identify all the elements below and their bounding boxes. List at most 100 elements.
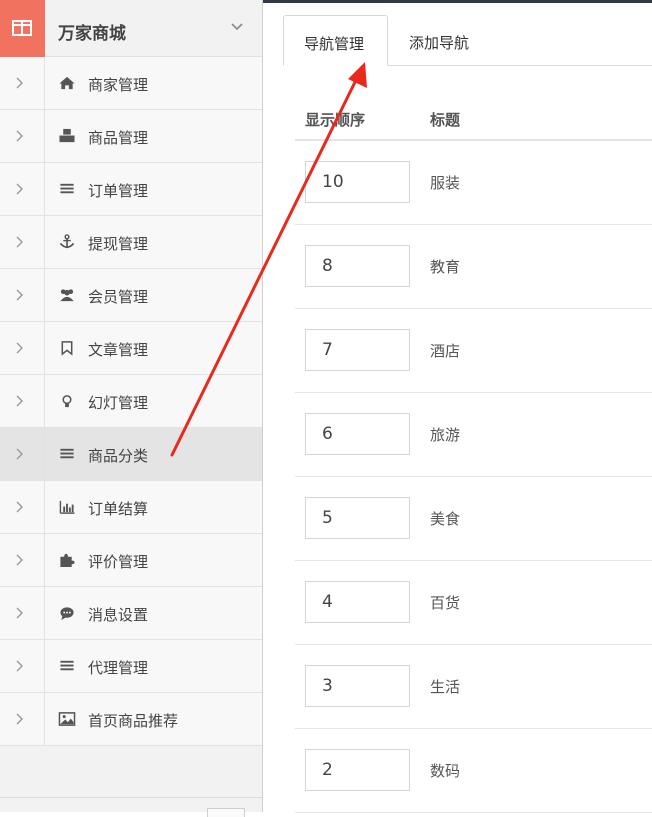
order-input[interactable] xyxy=(305,413,410,455)
table-row: 数码 xyxy=(295,729,652,813)
list-icon xyxy=(60,448,74,459)
brand-logo-box[interactable] xyxy=(0,0,45,57)
expander[interactable] xyxy=(0,693,45,745)
order-input[interactable] xyxy=(305,749,410,791)
sidebar-menu: 商家管理商品管理订单管理提现管理会员管理文章管理幻灯管理商品分类订单结算评价管理… xyxy=(0,57,262,746)
chevron-right-icon xyxy=(16,448,23,460)
table-row: 生活 xyxy=(295,645,652,729)
table-row: 酒店 xyxy=(295,309,652,393)
list-icon xyxy=(60,660,74,671)
expander[interactable] xyxy=(0,428,45,480)
sidebar-item[interactable]: 代理管理 xyxy=(0,640,262,693)
expander[interactable] xyxy=(0,57,45,109)
anchor-icon xyxy=(59,234,75,249)
sidebar-item[interactable]: 幻灯管理 xyxy=(0,375,262,428)
sidebar-item[interactable]: 评价管理 xyxy=(0,534,262,587)
order-input[interactable] xyxy=(305,329,410,371)
order-input[interactable] xyxy=(305,581,410,623)
chevron-down-icon[interactable] xyxy=(230,22,244,32)
bookmark-icon xyxy=(61,341,73,356)
image-icon xyxy=(58,712,76,726)
column-header-title: 标题 xyxy=(430,111,461,129)
order-input[interactable] xyxy=(305,245,410,287)
sidebar-item[interactable]: 提现管理 xyxy=(0,216,262,269)
sidebar-item-label: 评价管理 xyxy=(88,553,149,571)
cubes-icon xyxy=(59,128,75,143)
nav-title: 教育 xyxy=(430,258,461,276)
users-icon xyxy=(60,289,74,302)
column-header-order: 显示顺序 xyxy=(305,111,366,129)
table-row: 百货 xyxy=(295,561,652,645)
expander[interactable] xyxy=(0,322,45,374)
table-row: 服装 xyxy=(295,141,652,225)
expander[interactable] xyxy=(0,110,45,162)
sidebar-item-label: 首页商品推荐 xyxy=(88,712,179,730)
expander[interactable] xyxy=(0,481,45,533)
home-icon xyxy=(59,76,75,90)
sidebar-item-label: 文章管理 xyxy=(88,341,149,359)
sidebar-item[interactable]: 商家管理 xyxy=(0,57,262,110)
sidebar-item-label: 订单管理 xyxy=(88,182,149,200)
tab-nav-management[interactable]: 导航管理 xyxy=(283,15,388,66)
puzzle-icon xyxy=(60,553,75,568)
expander[interactable] xyxy=(0,375,45,427)
nav-title: 美食 xyxy=(430,510,461,528)
expander[interactable] xyxy=(0,216,45,268)
chevron-right-icon xyxy=(16,554,23,566)
chevron-right-icon xyxy=(16,342,23,354)
order-input[interactable] xyxy=(305,161,410,203)
top-bar xyxy=(263,0,652,3)
sidebar-item[interactable]: 会员管理 xyxy=(0,269,262,322)
collapse-toggle[interactable] xyxy=(207,808,245,817)
brand-title: 万家商城 xyxy=(58,24,126,44)
expander[interactable] xyxy=(0,163,45,215)
order-input[interactable] xyxy=(305,665,410,707)
tab-label: 导航管理 xyxy=(304,35,365,53)
comment-icon xyxy=(60,607,74,621)
chevron-right-icon xyxy=(16,607,23,619)
nav-title: 百货 xyxy=(430,594,461,612)
sidebar-item-label: 幻灯管理 xyxy=(88,394,149,412)
nav-title: 数码 xyxy=(430,762,461,780)
tab-label: 添加导航 xyxy=(409,34,470,52)
sidebar-item[interactable]: 订单管理 xyxy=(0,163,262,216)
sidebar-item-label: 商品分类 xyxy=(88,447,149,465)
nav-title: 旅游 xyxy=(430,426,461,444)
sidebar-item[interactable]: 商品分类 xyxy=(0,428,262,481)
nav-title: 酒店 xyxy=(430,342,461,360)
table-row: 旅游 xyxy=(295,393,652,477)
chevron-right-icon xyxy=(16,660,23,672)
sidebar-item[interactable]: 文章管理 xyxy=(0,322,262,375)
expander[interactable] xyxy=(0,269,45,321)
sidebar-item-label: 商家管理 xyxy=(88,76,149,94)
chevron-right-icon xyxy=(16,395,23,407)
sidebar-item-label: 商品管理 xyxy=(88,129,149,147)
expander[interactable] xyxy=(0,587,45,639)
tab-add-nav[interactable]: 添加导航 xyxy=(409,15,509,66)
nav-title: 服装 xyxy=(430,174,461,192)
chevron-right-icon xyxy=(16,713,23,725)
sidebar-item[interactable]: 消息设置 xyxy=(0,587,262,640)
sidebar-item[interactable]: 订单结算 xyxy=(0,481,262,534)
sidebar: 万家商城 商家管理商品管理订单管理提现管理会员管理文章管理幻灯管理商品分类订单结… xyxy=(0,0,263,817)
chevron-right-icon xyxy=(16,236,23,248)
chevron-right-icon xyxy=(16,183,23,195)
sidebar-item-label: 会员管理 xyxy=(88,288,149,306)
table-row: 教育 xyxy=(295,225,652,309)
sidebar-item[interactable]: 商品管理 xyxy=(0,110,262,163)
sidebar-item[interactable]: 首页商品推荐 xyxy=(0,693,262,746)
sidebar-item-label: 订单结算 xyxy=(88,500,149,518)
order-input[interactable] xyxy=(305,497,410,539)
chevron-right-icon xyxy=(16,501,23,513)
expander[interactable] xyxy=(0,534,45,586)
brand-header[interactable]: 万家商城 xyxy=(0,0,262,57)
table-row: 美食 xyxy=(295,477,652,561)
sidebar-item-label: 提现管理 xyxy=(88,235,149,253)
sidebar-footer xyxy=(0,797,262,817)
chevron-right-icon xyxy=(16,130,23,142)
list-icon xyxy=(60,183,74,194)
table-header: 显示顺序 标题 xyxy=(295,96,652,141)
expander[interactable] xyxy=(0,640,45,692)
tab-bar: 导航管理 添加导航 xyxy=(283,15,652,66)
chevron-right-icon xyxy=(16,289,23,301)
